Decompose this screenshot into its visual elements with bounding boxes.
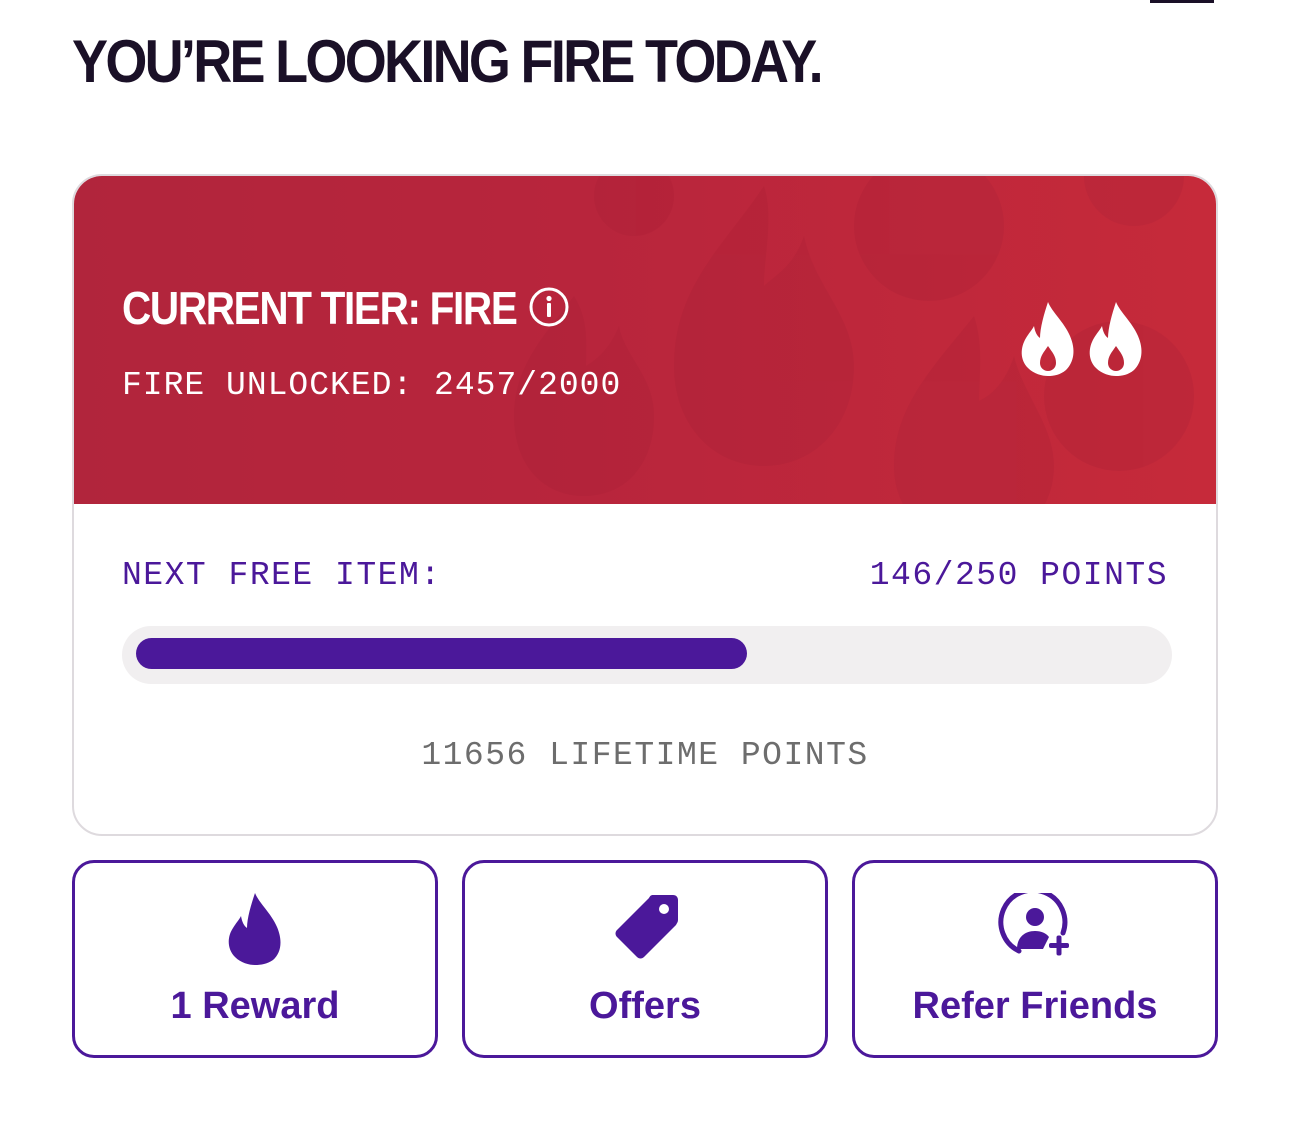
lifetime-points: 11656 LIFETIME POINTS (421, 737, 869, 774)
double-flame-icon (1021, 302, 1142, 376)
next-free-item-points: 146/250 POINTS (869, 557, 1168, 594)
rewards-button-label: 1 Reward (170, 985, 340, 1027)
tag-icon (615, 895, 678, 959)
points-progress-track (122, 626, 1172, 684)
add-friend-icon (998, 893, 1069, 956)
rewards-tier-card: CURRENT TIER: FIRE FIRE UNLOCKED: 2457/2… (72, 174, 1218, 836)
refer-friends-button-label: Refer Friends (912, 985, 1158, 1027)
offers-button-label: Offers (589, 985, 701, 1027)
flame-icon (228, 893, 281, 965)
tier-progress-text: FIRE UNLOCKED: 2457/2000 (122, 367, 622, 404)
info-icon[interactable] (528, 286, 570, 328)
page-greeting: YOU’RE LOOKING FIRE TODAY. (72, 28, 824, 95)
rewards-button[interactable]: 1 Reward (72, 860, 438, 1058)
tier-banner: CURRENT TIER: FIRE FIRE UNLOCKED: 2457/2… (74, 176, 1216, 504)
next-free-item-label: NEXT FREE ITEM: (122, 557, 442, 594)
refer-friends-button[interactable]: Refer Friends (852, 860, 1218, 1058)
points-progress-fill (136, 638, 747, 669)
offers-button[interactable]: Offers (462, 860, 828, 1058)
top-edge-divider (1150, 0, 1214, 3)
current-tier-title: CURRENT TIER: FIRE (122, 282, 518, 334)
